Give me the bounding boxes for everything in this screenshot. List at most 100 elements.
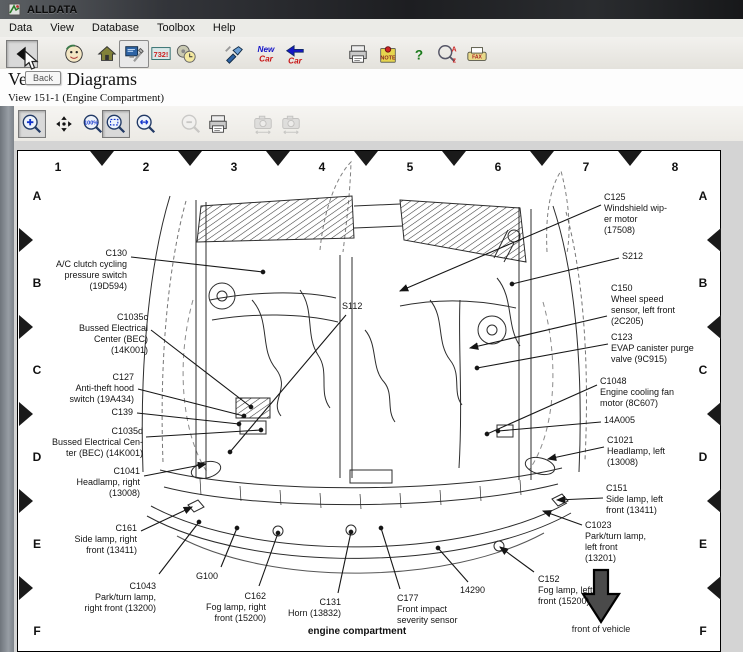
grid-row-F-right: F [695,624,711,638]
component-desc: Bussed Electrical [79,323,148,334]
component-label-C150: C150Wheel speedsensor, left front(2C205) [611,283,675,327]
sort-search-button[interactable]: Az [434,40,462,68]
component-desc: sensor, left front [611,305,675,316]
component-label-C1035d: C1035dBussed Electrical Cen-ter (BEC) (1… [52,426,143,459]
zoom-out-button [177,110,205,138]
component-id: C151 [606,483,663,494]
component-desc: valve (9C915) [611,354,694,365]
previous-car-button[interactable]: Car [281,40,309,68]
main-toolbar: 732! NewCarCar NOTE? Az FAX [0,37,743,70]
svg-text:732!: 732! [154,50,169,59]
estimator-button[interactable] [220,40,248,68]
component-label-14290: 14290 [460,585,485,596]
component-desc: front (13411) [74,545,137,556]
component-desc: front (13411) [606,505,663,516]
diagrams-tab[interactable]: Diagrams [67,69,137,90]
zoom-in-button[interactable] [18,110,46,138]
gear-clock-icon [175,43,197,65]
component-label-C152: C152Fog lamp, leftfront (15200) [538,574,593,607]
mouse-cursor [24,50,39,71]
browser-button[interactable] [60,40,88,68]
next-view-button [277,110,305,138]
print-button[interactable] [344,40,372,68]
component-desc: Windshield wip- [604,203,667,214]
note-button[interactable]: NOTE [374,40,402,68]
tsb-732-icon: 732! [150,43,172,65]
component-id: C125 [604,192,667,203]
component-label-14A005: 14A005 [604,415,635,426]
nav-row: Ve Diagrams Back [0,69,743,92]
component-label-C125: C125Windshield wip-er motor(17508) [604,192,667,236]
fax-button[interactable]: FAX [463,40,491,68]
component-desc: Fog lamp, right [206,602,266,613]
grid-row-C-left: C [29,363,45,377]
repair-info-button[interactable] [119,40,149,68]
component-label-C131: C131Horn (13832) [288,597,341,619]
tsb-button[interactable]: 732! [147,40,175,68]
component-desc: (14K001) [79,345,148,356]
grid-row-D-right: D [695,450,711,464]
home-button[interactable] [93,40,121,68]
component-desc: Park/turn lamp, [84,592,156,603]
grid-row-E-left: E [29,537,45,551]
component-desc: (17508) [604,225,667,236]
component-label-C1048: C1048Engine cooling fanmotor (8C607) [600,376,674,409]
component-label-C130: C130A/C clutch cyclingpressure switch(19… [56,248,127,292]
hand-tools-icon [223,43,245,65]
menu-item-help[interactable]: Help [204,20,245,36]
component-label-S112: S112 [342,301,362,312]
alldata-window: ALLDATA DataViewDatabaseToolboxHelp 732!… [0,0,743,652]
new-car-icon: NewCar [255,43,277,65]
grid-column-2: 2 [136,160,156,174]
menu-item-toolbox[interactable]: Toolbox [148,20,204,36]
maintenance-button[interactable] [172,40,200,68]
print-view-button[interactable] [204,110,232,138]
help-button[interactable]: ? [409,40,429,68]
window-edge [0,106,14,652]
component-desc: Side lamp, right [74,534,137,545]
component-desc: severity sensor [397,615,458,626]
menu-item-data[interactable]: Data [0,20,41,36]
view-title: View 151-1 (Engine Compartment) [8,92,164,104]
title-bar[interactable]: ALLDATA [0,0,743,19]
component-id: C130 [56,248,127,259]
component-desc: left front [585,542,646,553]
home-icon [96,43,118,65]
component-label-C139: C139 [111,407,133,418]
component-id: C123 [611,332,694,343]
component-label-C161: C161Side lamp, rightfront (13411) [74,523,137,556]
pan-button[interactable] [50,110,78,138]
component-id: C127 [69,372,134,383]
component-desc: front (15200) [206,613,266,624]
component-id: C1023 [585,520,646,531]
zoom-width-button[interactable] [132,110,160,138]
component-label-C162: C162Fog lamp, rightfront (15200) [206,591,266,624]
back-tooltip: Back [25,71,61,85]
component-desc: ter (BEC) (14K001) [52,448,143,459]
zoom-in-icon [21,113,43,135]
component-label-C1023: C1023Park/turn lamp,left front(13201) [585,520,646,564]
zoom-100-icon: 100% [82,113,104,135]
component-id: S112 [342,301,362,312]
svg-text:FAX: FAX [472,55,482,61]
component-id: C161 [74,523,137,534]
menu-item-database[interactable]: Database [83,20,148,36]
globe-face-icon [63,43,85,65]
zoom-fit-button[interactable] [102,110,130,138]
component-label-C1021: C1021Headlamp, left(13008) [607,435,665,468]
component-label-G100: G100 [196,571,218,582]
component-label-C127: C127Anti-theft hoodswitch (19A434) [69,372,134,405]
zoom-out-icon [180,113,202,135]
grid-row-A-right: A [695,189,711,203]
grid-column-6: 6 [488,160,508,174]
new-car-button[interactable]: NewCar [252,40,280,68]
svg-text:?: ? [415,47,423,62]
menu-item-view[interactable]: View [41,20,83,36]
component-label-C1035c: C1035cBussed ElectricalCenter (BEC)(14K0… [79,312,148,356]
component-id: C1035d [52,426,143,437]
component-desc: A/C clutch cycling [56,259,127,270]
component-desc: Park/turn lamp, [585,531,646,542]
component-desc: pressure switch [56,270,127,281]
component-id: C1021 [607,435,665,446]
grid-row-F-left: F [29,624,45,638]
